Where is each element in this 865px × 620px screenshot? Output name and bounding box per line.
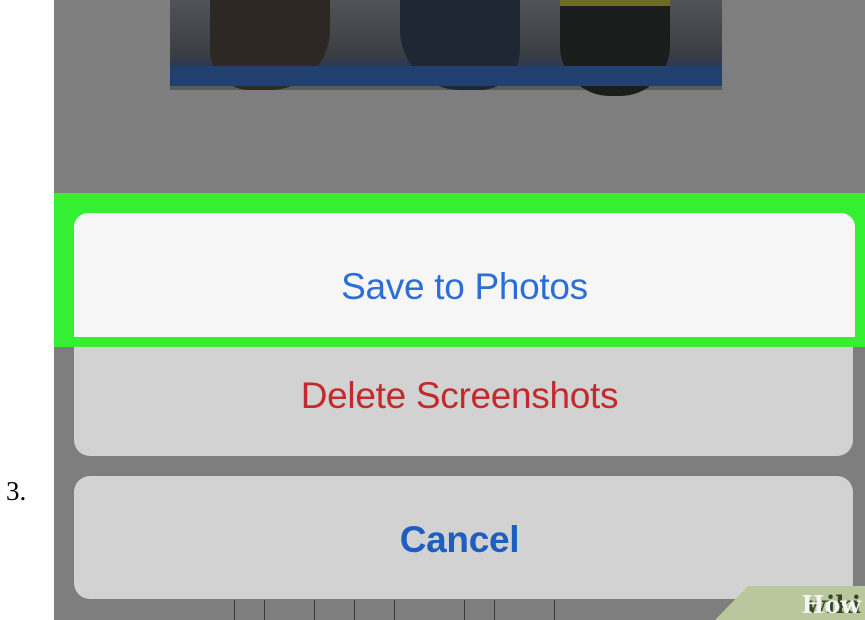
background-sketch xyxy=(134,600,734,620)
save-to-photos-button[interactable]: Save to Photos xyxy=(74,213,855,337)
save-to-photos-label: Save to Photos xyxy=(341,266,588,307)
delete-screenshots-button[interactable]: Delete Screenshots xyxy=(54,375,865,417)
screenshot-frame: Delete Screenshots Cancel Save to Photos… xyxy=(54,0,865,620)
background-photo xyxy=(170,0,722,96)
highlight-box: Save to Photos xyxy=(54,193,865,347)
cancel-button[interactable]: Cancel xyxy=(54,519,865,561)
step-number: 3. xyxy=(6,476,27,506)
watermark-how: How xyxy=(801,590,861,619)
photo-floor xyxy=(170,66,722,86)
